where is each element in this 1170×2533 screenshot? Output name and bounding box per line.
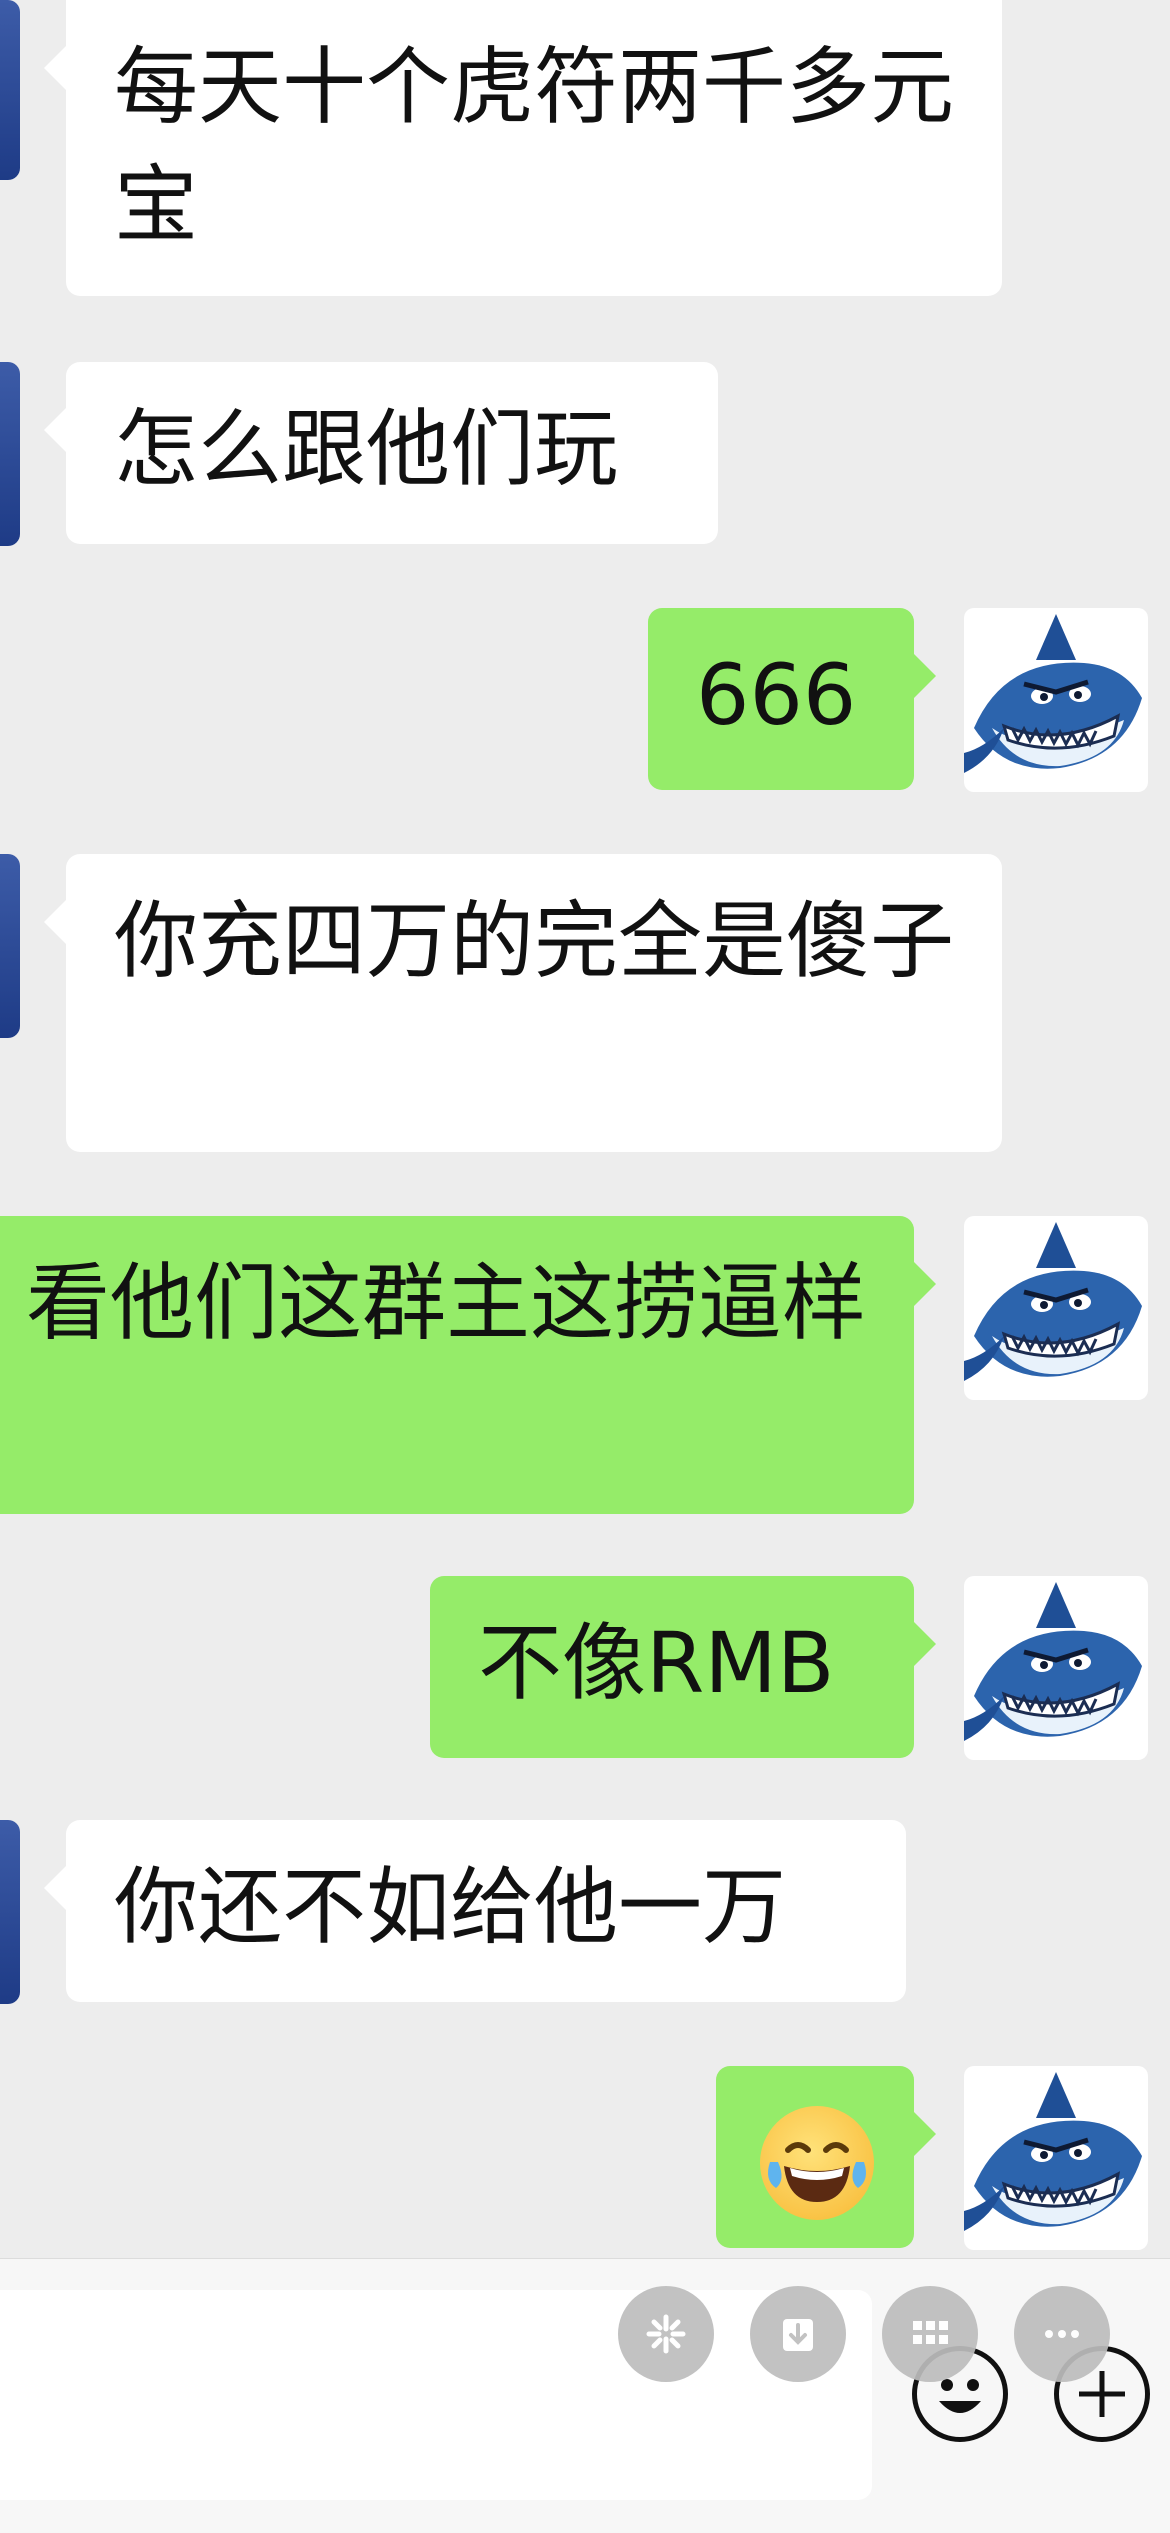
shark-avatar-icon[interactable] — [964, 2066, 1148, 2250]
shark-avatar-icon[interactable] — [964, 1216, 1148, 1400]
outgoing-message[interactable] — [716, 2066, 936, 2248]
message-text: 每天十个虎符两千多元宝 — [114, 38, 955, 254]
shark-avatar-icon[interactable] — [964, 1576, 1148, 1760]
shark-avatar-icon[interactable] — [964, 608, 1148, 792]
download-icon[interactable] — [750, 2286, 846, 2382]
outgoing-message[interactable]: 看他们这群主这捞逼样 — [0, 1216, 936, 1514]
message-text: 你充四万的完全是傻子 — [114, 892, 955, 990]
contact-avatar[interactable] — [0, 0, 20, 180]
outgoing-message[interactable]: 不像RMB — [430, 1576, 936, 1758]
contact-avatar[interactable] — [0, 362, 20, 546]
incoming-message[interactable]: 你充四万的完全是傻子 — [44, 854, 1002, 1152]
message-input[interactable] — [0, 2290, 872, 2500]
incoming-message[interactable]: 你还不如给他一万 — [44, 1820, 906, 2002]
message-text: 看他们这群主这捞逼样 — [26, 1254, 867, 1352]
outgoing-message[interactable]: 666 — [648, 608, 936, 790]
incoming-message[interactable]: 每天十个虎符两千多元宝 — [44, 0, 1002, 296]
sparkle-icon[interactable] — [618, 2286, 714, 2382]
message-text: 666 — [696, 646, 857, 744]
more-icon[interactable] — [1014, 2286, 1110, 2382]
message-text: 不像RMB — [478, 1614, 835, 1712]
contact-avatar[interactable] — [0, 1820, 20, 2004]
contact-avatar[interactable] — [0, 854, 20, 1038]
message-text: 你还不如给他一万 — [114, 1858, 787, 1956]
grid-icon[interactable] — [882, 2286, 978, 2382]
message-text: 怎么跟他们玩 — [114, 400, 619, 498]
incoming-message[interactable]: 怎么跟他们玩 — [44, 362, 718, 544]
face-with-tears-of-joy-icon — [760, 2106, 874, 2220]
